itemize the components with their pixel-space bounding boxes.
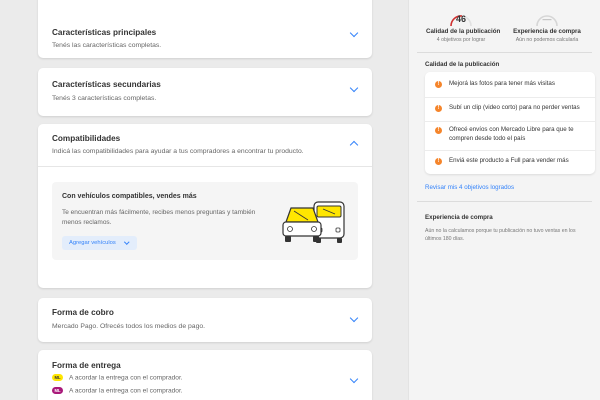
cars-illustration bbox=[282, 201, 345, 243]
section-subtitle: Mercado Pago. Ofrecés todos los medios d… bbox=[52, 323, 206, 330]
experience-gauge: — Experiencia de compra Aún no podemos c… bbox=[512, 7, 582, 57]
tip-item[interactable]: ! Enviá este producto a Full para vender… bbox=[435, 157, 585, 166]
quality-label: Calidad de la publicación bbox=[426, 28, 501, 35]
warning-icon: ! bbox=[435, 157, 442, 165]
shipping-option: ML A acordar la entrega con el comprador. bbox=[52, 387, 183, 394]
quality-gauge: 46 Calidad de la publicación 4 objetivos… bbox=[426, 7, 501, 57]
tip-text: Mejorá las fotos para tener más visitas bbox=[449, 80, 555, 87]
quality-tips: ! Mejorá las fotos para tener más visita… bbox=[425, 72, 595, 174]
divider bbox=[425, 121, 595, 122]
divider bbox=[417, 201, 592, 202]
section-main-features[interactable]: Características principales Tenés las ca… bbox=[38, 0, 372, 58]
tip-item[interactable]: ! Ofrecé envíos con Mercado Libre para q… bbox=[435, 126, 585, 143]
tip-text: Subí un clip (video corto) para no perde… bbox=[449, 104, 580, 111]
experience-score: — bbox=[542, 14, 552, 24]
add-vehicles-button[interactable]: Agregar vehículos bbox=[62, 236, 137, 250]
compat-title: Con vehículos compatibles, vendes más bbox=[62, 193, 197, 200]
chevron-up-icon[interactable] bbox=[349, 140, 359, 150]
experience-text: Aún no la calculamos porque tu publicaci… bbox=[425, 228, 576, 242]
warning-icon: ! bbox=[435, 104, 442, 112]
compat-description: Te encuentran más fácilmente, recibes me… bbox=[62, 209, 256, 226]
quality-score: 46 bbox=[455, 14, 466, 24]
tip-item[interactable]: ! Mejorá las fotos para tener más visita… bbox=[435, 80, 585, 89]
section-subtitle: Tenés 3 características completas. bbox=[52, 95, 157, 102]
warning-icon: ! bbox=[435, 126, 442, 134]
shipping-text: A acordar la entrega con el comprador. bbox=[69, 374, 183, 382]
section-payment[interactable]: Forma de cobro Mercado Pago. Ofrecés tod… bbox=[38, 298, 372, 342]
chevron-down-icon[interactable] bbox=[349, 313, 359, 323]
section-compatibilities: Compatibilidades Indicá las compatibilid… bbox=[38, 124, 372, 288]
shipping-badge: ML bbox=[52, 374, 63, 381]
add-vehicles-label: Agregar vehículos bbox=[69, 240, 116, 246]
section-title: Forma de cobro bbox=[52, 308, 114, 317]
divider bbox=[425, 150, 595, 151]
experience-sub: Aún no podemos calcularla bbox=[515, 37, 579, 43]
tip-text: Enviá este producto a Full para vender m… bbox=[449, 157, 569, 164]
tip-text: Ofrecé envíos con Mercado Libre para que… bbox=[449, 126, 574, 142]
tip-item[interactable]: ! Subí un clip (video corto) para no per… bbox=[435, 104, 585, 113]
quality-section-title: Calidad de la publicación bbox=[425, 61, 500, 68]
warning-icon: ! bbox=[435, 80, 442, 88]
quality-sub: 4 objetivos por lograr bbox=[436, 37, 486, 43]
section-shipping[interactable]: Forma de entrega ML A acordar la entrega … bbox=[38, 350, 372, 400]
shipping-option: ML A acordar la entrega con el comprador. bbox=[52, 374, 183, 381]
experience-section-title: Experiencia de compra bbox=[425, 214, 493, 221]
main-content: Características principales Tenés las ca… bbox=[0, 0, 408, 400]
chevron-down-icon bbox=[123, 239, 129, 245]
section-subtitle: Tenés las características completas. bbox=[52, 42, 162, 49]
review-goals-link[interactable]: Revisar mis 4 objetivos logrados bbox=[425, 184, 514, 191]
compatible-vehicles-box: Con vehículos compatibles, vendes más Te… bbox=[52, 182, 358, 260]
experience-label: Experiencia de compra bbox=[513, 28, 581, 35]
sidebar: 46 Calidad de la publicación 4 objetivos… bbox=[408, 0, 600, 400]
section-title: Forma de entrega bbox=[52, 361, 121, 370]
section-title: Características secundarias bbox=[52, 80, 161, 89]
divider bbox=[38, 166, 372, 167]
section-subtitle: Indicá las compatibilidades para ayudar … bbox=[52, 148, 304, 155]
section-title: Compatibilidades bbox=[52, 134, 121, 143]
chevron-down-icon[interactable] bbox=[349, 374, 359, 384]
shipping-text: A acordar la entrega con el comprador. bbox=[69, 387, 183, 395]
divider bbox=[417, 52, 592, 53]
section-secondary-features[interactable]: Características secundarias Tenés 3 cara… bbox=[38, 68, 372, 116]
section-title: Características principales bbox=[52, 28, 157, 37]
shipping-badge: ML bbox=[52, 387, 63, 394]
divider bbox=[425, 97, 595, 98]
chevron-down-icon[interactable] bbox=[349, 28, 359, 38]
chevron-down-icon[interactable] bbox=[349, 83, 359, 93]
